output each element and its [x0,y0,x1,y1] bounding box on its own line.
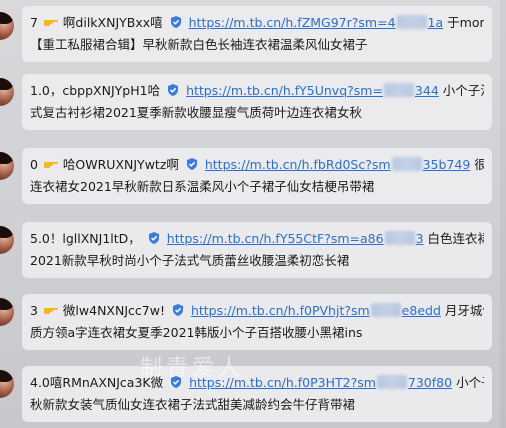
avatar[interactable] [0,298,14,326]
message-text: 啊dilkXNJYBxx嘻 [62,15,163,30]
product-link[interactable]: 344 [415,83,439,98]
message-text: 5.0！lgllXNJ1ltD， [30,231,141,246]
message-text: 式复古衬衫裙2021夏季新款收腰显瘦气质荷叶边连衣裙女秋 [30,105,362,120]
verified-shield-icon [186,158,197,170]
redacted-blur [370,303,401,317]
product-link[interactable]: https://m.tb.cn/h.fY5Unvq?sm= [186,83,383,98]
avatar[interactable] [0,370,14,398]
message-text: 3 [30,303,38,318]
redacted-blur [383,83,414,97]
message-text: 连衣裙女2021早秋新款日系温柔风小个子裙子仙女桔梗吊带裙 [30,179,375,194]
message-text: 白色连衣裙 [427,231,485,246]
avatar[interactable] [0,226,14,254]
message-text: 于momo [447,15,484,30]
message-text: 4.0嘻RMnAXNJca3K微 [30,375,164,390]
message-text: 【重工私服裙合辑】早秋新款白色长袖连衣裙温柔风仙女裙子 [30,37,368,52]
message-line: 5.0！lgllXNJ1ltD， https://m.tb.cn/h.fY55C… [30,228,484,250]
message-bubble[interactable]: 4.0嘻RMnAXNJca3K微 https://m.tb.cn/h.f0P3H… [22,366,492,422]
scrollbar[interactable] [500,0,506,428]
product-link[interactable]: https://m.tb.cn/h.f0PVhjt?sm [191,303,370,318]
redacted-blur [384,231,415,245]
avatar[interactable] [0,78,14,106]
message-text: 小个子法 [442,83,484,98]
message-bubble[interactable]: 5.0！lgllXNJ1ltD， https://m.tb.cn/h.fY55C… [22,222,492,278]
verified-shield-icon [168,84,179,96]
message-text: 小个子早 [456,375,484,390]
message-text: 很仙的 [474,157,484,172]
message-text: 0 [30,157,38,172]
message-line: 7 啊dilkXNJYBxx嘻 https://m.tb.cn/h.fZMG97… [30,12,484,34]
message-text: 质方领a字连衣裙女夏季2021韩版小个子百搭收腰小黑裙ins [30,325,363,340]
message-line: 4.0嘻RMnAXNJca3K微 https://m.tb.cn/h.f0P3H… [30,372,484,394]
message-bubble[interactable]: 7 啊dilkXNJYBxx嘻 https://m.tb.cn/h.fZMG97… [22,6,492,62]
pointing-hand-icon [43,308,58,314]
message-line: 0 哈OWRUXNJYwtz啊 https://m.tb.cn/h.fbRd0S… [30,154,484,176]
message-text: 秋新款女装气质仙女连衣裙子法式甜美减龄约会牛仔背带裙 [30,397,356,412]
message-text: 2021新款早秋时尚小个子法式气质蕾丝收腰温柔初恋长裙 [30,253,350,268]
redacted-blur [376,375,407,389]
product-link[interactable]: 730f80 [408,375,452,390]
redacted-blur [396,15,427,29]
message-bubble[interactable]: 1.0，cbppXNJYpH1哈 https://m.tb.cn/h.fY5Un… [22,74,492,130]
avatar[interactable] [0,152,14,180]
pointing-hand-icon [43,20,58,26]
verified-shield-icon [171,376,182,388]
pointing-hand-icon [43,162,58,168]
product-link[interactable]: https://m.tb.cn/h.fbRd0Sc?sm [205,157,391,172]
product-link[interactable]: 1a [428,15,444,30]
message-text: 哈OWRUXNJYwtz啊 [62,157,179,172]
redacted-blur [391,157,422,171]
product-link[interactable]: https://m.tb.cn/h.fZMG97r?sm=4 [189,15,396,30]
message-bubble[interactable]: 0 哈OWRUXNJYwtz啊 https://m.tb.cn/h.fbRd0S… [22,148,492,204]
product-link[interactable]: https://m.tb.cn/h.fY55CtF?sm=a86 [167,231,384,246]
message-line: 秋新款女装气质仙女连衣裙子法式甜美减龄约会牛仔背带裙 [30,394,484,416]
product-link[interactable]: e8edd [402,303,441,318]
message-line: 连衣裙女2021早秋新款日系温柔风小个子裙子仙女桔梗吊带裙 [30,176,484,198]
message-line: 质方领a字连衣裙女夏季2021韩版小个子百搭收腰小黑裙ins [30,322,484,344]
message-line: 【重工私服裙合辑】早秋新款白色长袖连衣裙温柔风仙女裙子 [30,34,484,56]
message-line: 2021新款早秋时尚小个子法式气质蕾丝收腰温柔初恋长裙 [30,250,484,272]
product-link[interactable]: https://m.tb.cn/h.f0P3HT2?sm [189,375,376,390]
message-text: 7 [30,15,38,30]
verified-shield-icon [172,304,183,316]
product-link[interactable]: 35b749 [423,157,471,172]
message-text: 月牙城气 [444,303,484,318]
message-line: 3 微lw4NXNJcc7w! https://m.tb.cn/h.f0PVhj… [30,300,484,322]
message-line: 1.0，cbppXNJYpH1哈 https://m.tb.cn/h.fY5Un… [30,80,484,102]
product-link[interactable]: 3 [416,231,424,246]
verified-shield-icon [170,16,181,28]
message-line: 式复古衬衫裙2021夏季新款收腰显瘦气质荷叶边连衣裙女秋 [30,102,484,124]
avatar[interactable] [0,12,14,40]
message-bubble[interactable]: 3 微lw4NXNJcc7w! https://m.tb.cn/h.f0PVhj… [22,294,492,350]
verified-shield-icon [148,232,159,244]
message-text: 1.0，cbppXNJYpH1哈 [30,83,161,98]
message-text: 微lw4NXNJcc7w! [62,303,165,318]
chat-message-list[interactable]: 7 啊dilkXNJYBxx嘻 https://m.tb.cn/h.fZMG97… [0,0,506,428]
